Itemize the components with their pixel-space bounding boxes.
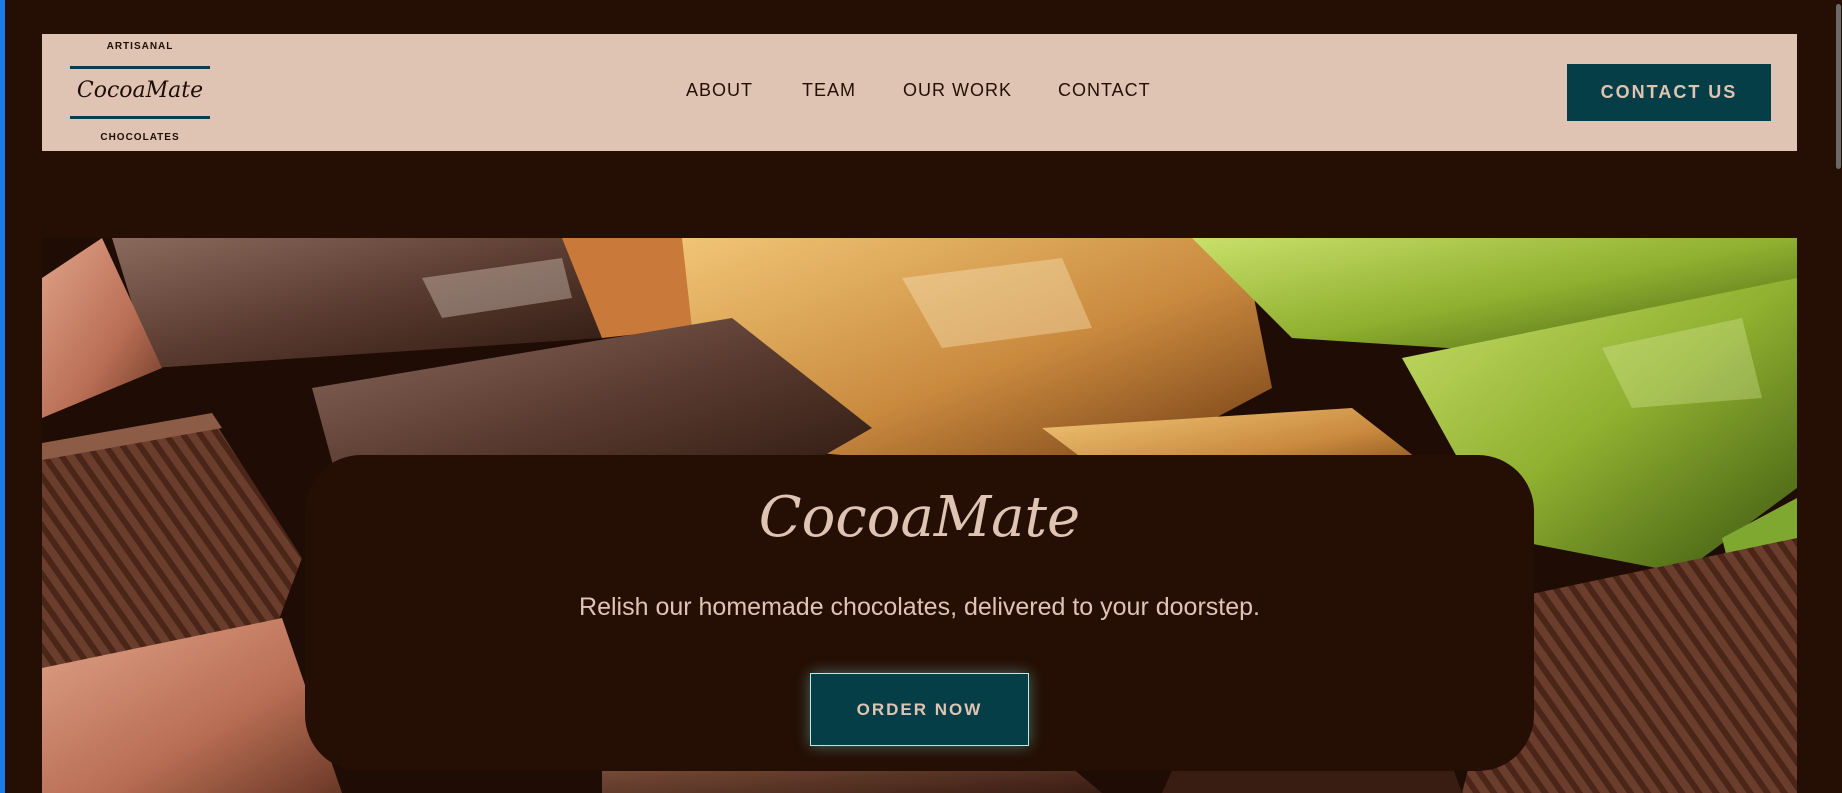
navbar: ARTISANAL CocoaMate CHOCOLATES ABOUT TEA… bbox=[42, 34, 1797, 151]
nav-link-about[interactable]: ABOUT bbox=[686, 80, 753, 101]
contact-us-button[interactable]: CONTACT US bbox=[1567, 64, 1771, 121]
nav-links: ABOUT TEAM OUR WORK CONTACT bbox=[42, 34, 1797, 151]
nav-link-our-work[interactable]: OUR WORK bbox=[903, 80, 1012, 101]
order-now-button[interactable]: ORDER NOW bbox=[810, 673, 1029, 746]
scrollbar-thumb[interactable] bbox=[1836, 4, 1841, 169]
hero-card: CocoaMate Relish our homemade chocolates… bbox=[305, 455, 1534, 771]
nav-link-team[interactable]: TEAM bbox=[802, 80, 856, 101]
hero-tagline: Relish our homemade chocolates, delivere… bbox=[579, 593, 1260, 621]
nav-link-contact[interactable]: CONTACT bbox=[1058, 80, 1151, 101]
hero-section: CocoaMate Relish our homemade chocolates… bbox=[42, 238, 1797, 793]
window-edge bbox=[0, 0, 5, 793]
scrollbar[interactable] bbox=[1833, 0, 1842, 793]
hero-title: CocoaMate bbox=[758, 485, 1081, 550]
